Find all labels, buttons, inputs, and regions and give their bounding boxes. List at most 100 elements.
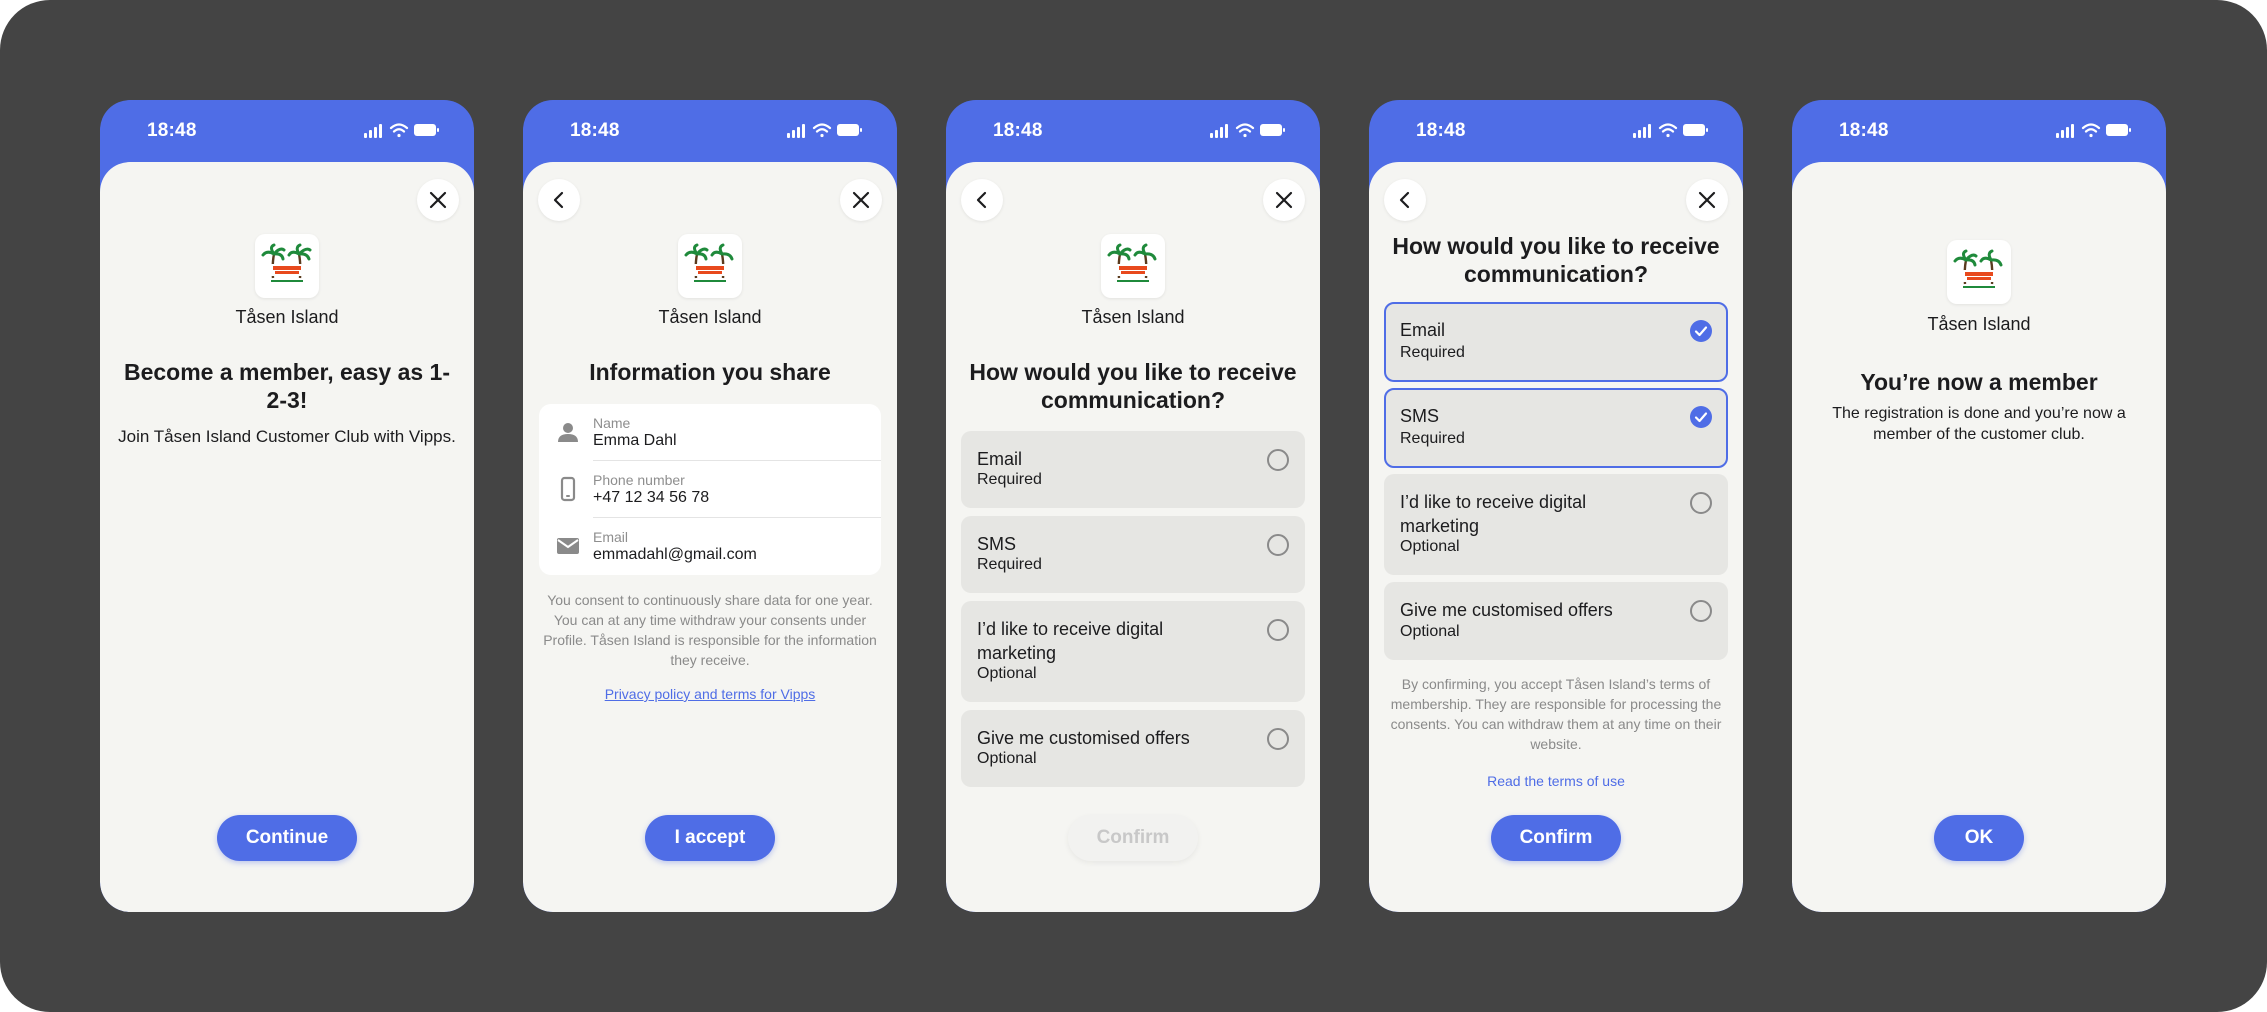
option-email[interactable]: Email Required (961, 431, 1305, 508)
close-button[interactable] (840, 179, 882, 221)
radio-unchecked[interactable] (1267, 449, 1289, 471)
consent-text: You consent to continuously share data f… (543, 592, 877, 668)
battery-icon (1260, 124, 1285, 136)
radio-unchecked[interactable] (1267, 534, 1289, 556)
status-icons (2056, 123, 2131, 138)
option-title: I’d like to receive digital marketing (977, 619, 1164, 663)
signal-icon (2056, 124, 2074, 138)
merchant-logo (1947, 240, 2011, 304)
confirm-button[interactable]: Confirm (1491, 815, 1621, 861)
info-row-phone: Phone number +47 12 34 56 78 (539, 461, 881, 518)
merchant-name: Tåsen Island (235, 307, 339, 327)
phone-screen-communication: 18:48 Tåsen Island How would you like to… (946, 100, 1320, 912)
status-icons (364, 123, 439, 138)
option-requirement: Optional (1400, 538, 1460, 555)
back-button[interactable] (1384, 179, 1426, 221)
option-email[interactable]: Email Required (1384, 302, 1728, 382)
phone-icon (560, 476, 576, 502)
radio-unchecked[interactable] (1267, 728, 1289, 750)
chevron-left-icon (553, 191, 564, 209)
merchant-name: Tåsen Island (1081, 307, 1185, 327)
page-title: How would you like to receive communicat… (969, 359, 1297, 413)
page-title: You’re now a member (1860, 369, 2098, 395)
option-sms[interactable]: SMS Required (1384, 388, 1728, 468)
option-requirement: Optional (1400, 623, 1460, 640)
close-button[interactable] (1686, 179, 1728, 221)
status-bar: 18:48 (1369, 100, 1743, 162)
merchant-logo (678, 234, 742, 298)
terms-text: By confirming, you accept Tåsen Island’s… (1390, 676, 1722, 752)
option-customised-offers[interactable]: Give me customised offers Optional (961, 710, 1305, 787)
page-subtitle: The registration is done and you’re now … (1832, 405, 2126, 443)
radio-unchecked[interactable] (1690, 600, 1712, 622)
close-icon (1275, 191, 1293, 209)
page-title: Become a member, easy as 1-2-3! (123, 359, 451, 413)
merchant-logo (255, 234, 319, 298)
merchant-name: Tåsen Island (658, 307, 762, 327)
radio-checked[interactable] (1690, 320, 1712, 342)
info-value: +47 12 34 56 78 (593, 489, 710, 506)
close-button[interactable] (1263, 179, 1305, 221)
privacy-policy-link[interactable]: Privacy policy and terms for Vipps (523, 686, 897, 702)
checkmark-icon (1694, 326, 1708, 337)
back-button[interactable] (961, 179, 1003, 221)
option-requirement: Required (977, 471, 1042, 488)
status-time: 18:48 (1416, 120, 1466, 141)
mail-icon (557, 538, 579, 554)
close-icon (429, 191, 447, 209)
close-button[interactable] (417, 179, 459, 221)
battery-icon (837, 124, 862, 136)
option-digital-marketing[interactable]: I’d like to receive digital marketing Op… (961, 601, 1305, 702)
back-button[interactable] (538, 179, 580, 221)
wifi-icon (2081, 123, 2101, 138)
page-title: Information you share (589, 359, 831, 385)
option-sms[interactable]: SMS Required (961, 516, 1305, 593)
terms-of-use-link[interactable]: Read the terms of use (1369, 773, 1743, 789)
palm-tree-logo-icon (1953, 249, 2003, 288)
option-title: Email (1400, 320, 1446, 340)
option-digital-marketing[interactable]: I’d like to receive digital marketing Op… (1384, 474, 1728, 575)
option-title: Give me customised offers (977, 728, 1190, 748)
phone-screen-intro: 18:48 Tåsen Island Become a member, easy… (100, 100, 474, 912)
info-label: Phone number (593, 472, 685, 488)
option-requirement: Optional (977, 750, 1037, 767)
radio-unchecked[interactable] (1690, 492, 1712, 514)
option-requirement: Required (1400, 430, 1465, 447)
option-requirement: Optional (977, 665, 1037, 682)
status-time: 18:48 (1839, 120, 1889, 141)
phone-screen-communication-selected: 18:48 How would you like to receive comm… (1369, 100, 1743, 912)
presentation-frame: 18:48 Tåsen Island Become a member, easy… (0, 0, 2267, 1012)
ok-button[interactable]: OK (1934, 815, 2024, 861)
info-label: Email (593, 529, 629, 545)
signal-icon (364, 124, 382, 138)
status-time: 18:48 (147, 120, 197, 141)
accept-button[interactable]: I accept (645, 815, 775, 861)
status-icons (787, 123, 862, 138)
wifi-icon (389, 123, 409, 138)
battery-icon (2106, 124, 2131, 136)
info-row-email: Email emmadahl@gmail.com (539, 518, 881, 575)
bottom-sheet: Tåsen Island How would you like to recei… (946, 162, 1320, 912)
signal-icon (1633, 124, 1651, 138)
info-value: emmadahl@gmail.com (593, 546, 757, 563)
radio-checked[interactable] (1690, 406, 1712, 428)
phone-screen-info: 18:48 Tåsen Island Information you share… (523, 100, 897, 912)
info-value: Emma Dahl (593, 432, 677, 449)
confirm-button-disabled[interactable]: Confirm (1068, 815, 1198, 861)
shared-info-card: Name Emma Dahl Phone number +47 12 34 56… (539, 404, 881, 575)
bottom-sheet: Tåsen Island You’re now a member The reg… (1792, 162, 2166, 912)
status-bar: 18:48 (523, 100, 897, 162)
option-requirement: Required (977, 556, 1042, 573)
close-icon (852, 191, 870, 209)
continue-button[interactable]: Continue (217, 815, 357, 861)
option-title: SMS (977, 534, 1017, 554)
radio-unchecked[interactable] (1267, 619, 1289, 641)
battery-icon (414, 124, 439, 136)
option-customised-offers[interactable]: Give me customised offers Optional (1384, 582, 1728, 660)
option-title: Email (977, 449, 1023, 469)
option-requirement: Required (1400, 344, 1465, 361)
status-icons (1633, 123, 1708, 138)
status-bar: 18:48 (946, 100, 1320, 162)
palm-tree-logo-icon (261, 243, 312, 282)
wifi-icon (812, 123, 832, 138)
